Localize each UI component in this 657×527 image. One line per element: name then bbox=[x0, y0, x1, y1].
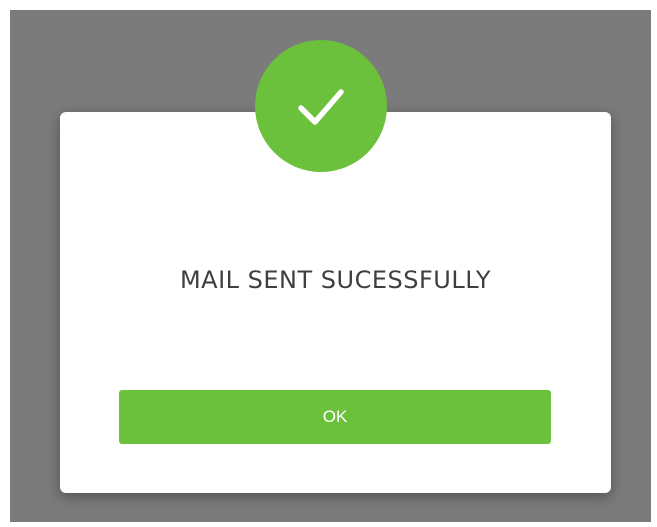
success-badge bbox=[255, 40, 387, 172]
success-message: MAIL SENT SUCESSFULLY bbox=[179, 266, 492, 294]
checkmark-icon bbox=[298, 89, 344, 125]
ok-button[interactable]: OK bbox=[119, 390, 551, 444]
